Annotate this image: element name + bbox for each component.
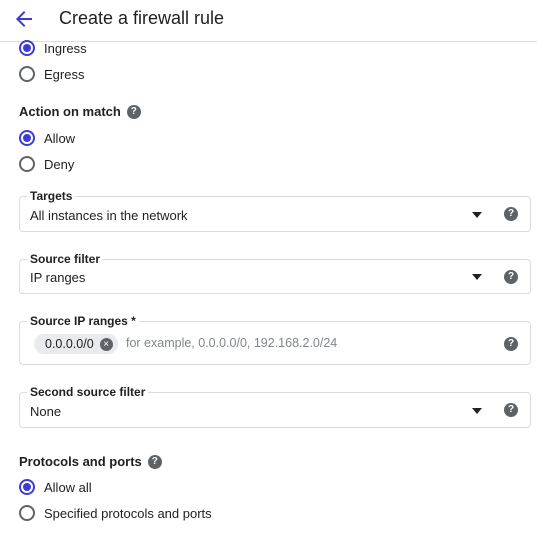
radio-specified-protocols-indicator[interactable] <box>19 505 35 521</box>
protocols-and-ports-heading: Protocols and ports ? <box>19 454 162 469</box>
radio-ingress-indicator[interactable] <box>19 40 35 56</box>
radio-allow[interactable]: Allow <box>19 128 75 148</box>
ip-range-chip: 0.0.0.0/0 × <box>34 334 118 354</box>
radio-allow-all-label: Allow all <box>44 479 92 495</box>
help-icon[interactable]: ? <box>504 207 518 221</box>
radio-egress[interactable]: Egress <box>19 64 84 84</box>
radio-deny-label: Deny <box>44 156 75 172</box>
help-icon[interactable]: ? <box>126 104 141 119</box>
protocols-and-ports-title: Protocols and ports <box>19 454 142 469</box>
chip-remove-icon[interactable]: × <box>99 337 113 351</box>
action-on-match-title: Action on match <box>19 104 121 119</box>
dropdown-arrow-icon[interactable] <box>472 212 482 218</box>
radio-allow-label: Allow <box>44 130 76 146</box>
help-icon[interactable]: ? <box>147 454 162 469</box>
back-arrow-icon[interactable] <box>12 7 36 31</box>
ip-range-chip-label: 0.0.0.0/0 <box>45 337 94 351</box>
radio-egress-label: Egress <box>44 66 85 82</box>
radio-deny-indicator[interactable] <box>19 156 35 172</box>
radio-specified-protocols[interactable]: Specified protocols and ports <box>19 503 212 523</box>
radio-egress-indicator[interactable] <box>19 66 35 82</box>
targets-select[interactable]: Targets All instances in the network ? <box>19 189 531 232</box>
page-title: Create a firewall rule <box>59 8 225 28</box>
radio-allow-indicator[interactable] <box>19 130 35 146</box>
second-source-filter-value: None <box>30 404 62 419</box>
help-icon[interactable]: ? <box>504 403 518 417</box>
second-source-filter-label: Second source filter <box>27 385 149 399</box>
radio-specified-protocols-label: Specified protocols and ports <box>44 505 212 521</box>
radio-allow-all[interactable]: Allow all <box>19 477 92 497</box>
source-ip-ranges-input[interactable]: Source IP ranges * 0.0.0.0/0 × for examp… <box>19 314 531 365</box>
dropdown-arrow-icon[interactable] <box>472 274 482 280</box>
second-source-filter-select[interactable]: Second source filter None ? <box>19 385 531 428</box>
source-filter-select[interactable]: Source filter IP ranges ? <box>19 252 531 294</box>
help-icon[interactable]: ? <box>504 337 518 351</box>
source-filter-value: IP ranges <box>30 270 86 285</box>
source-ip-ranges-label: Source IP ranges * <box>27 314 139 328</box>
radio-deny[interactable]: Deny <box>19 154 74 174</box>
page-header: Create a firewall rule <box>0 0 537 42</box>
help-icon[interactable]: ? <box>504 270 518 284</box>
action-on-match-heading: Action on match ? <box>19 104 141 119</box>
radio-allow-all-indicator[interactable] <box>19 479 35 495</box>
targets-value: All instances in the network <box>30 208 188 223</box>
ip-ranges-placeholder: for example, 0.0.0.0/0, 192.168.2.0/24 <box>126 336 338 350</box>
targets-label: Targets <box>27 189 76 203</box>
radio-ingress[interactable]: Ingress <box>19 38 87 58</box>
dropdown-arrow-icon[interactable] <box>472 408 482 414</box>
radio-ingress-label: Ingress <box>44 40 87 56</box>
source-filter-label: Source filter <box>27 252 104 266</box>
